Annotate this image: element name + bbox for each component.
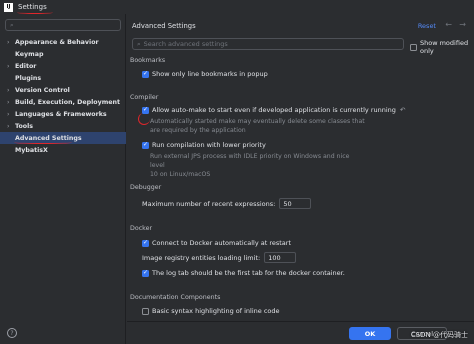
watermark: CSDN @代码骑士 — [410, 331, 468, 339]
max-recent-expressions-row: Maximum number of recent expressions: 50 — [142, 198, 312, 209]
advanced-search-input[interactable]: ⌕ Search advanced settings — [132, 38, 404, 50]
sidebar-item-build[interactable]: › Build, Execution, Deployment — [0, 96, 126, 108]
sidebar-item-version-control[interactable]: › Version Control — [0, 84, 126, 96]
sidebar-item-advanced-settings[interactable]: Advanced Settings — [0, 132, 126, 144]
show-only-line-bookmarks-checkbox[interactable]: ✓ Show only line bookmarks in popup — [142, 70, 268, 78]
chevron-right-icon: › — [7, 110, 10, 118]
check-icon[interactable]: ✓ — [142, 70, 149, 78]
chevron-right-icon: › — [7, 86, 10, 94]
section-documentation: Documentation Components — [130, 294, 221, 301]
connect-docker-checkbox[interactable]: ✓ Connect to Docker automatically at res… — [142, 239, 291, 247]
section-compiler: Compiler — [130, 94, 159, 101]
checkbox-box[interactable] — [410, 43, 417, 51]
sidebar-item-editor[interactable]: › Editor — [0, 60, 126, 72]
page-title: Advanced Settings — [132, 22, 196, 30]
sidebar-item-tools[interactable]: › Tools — [0, 120, 126, 132]
chevron-right-icon: › — [7, 62, 10, 70]
search-icon: ⌕ — [137, 39, 141, 48]
section-debugger: Debugger — [130, 184, 162, 191]
sidebar-item-appearance[interactable]: › Appearance & Behavior — [0, 36, 126, 48]
chevron-right-icon: › — [7, 122, 10, 130]
auto-make-description: Automatically started make may eventuall… — [150, 118, 365, 134]
image-registry-row: Image registry entities loading limit: 1… — [142, 252, 297, 263]
ok-button[interactable]: OK — [349, 327, 391, 340]
section-bookmarks: Bookmarks — [130, 57, 166, 64]
chevron-right-icon: › — [7, 98, 10, 106]
main-panel: Advanced Settings Reset ← → ⌕ Search adv… — [127, 14, 474, 344]
sidebar-item-languages[interactable]: › Languages & Frameworks — [0, 108, 126, 120]
sidebar-item-plugins[interactable]: Plugins — [0, 72, 126, 84]
sidebar-item-mybatisx[interactable]: MybatisX — [0, 144, 126, 156]
log-tab-first-checkbox[interactable]: ✓ The log tab should be the first tab fo… — [142, 269, 345, 277]
low-priority-description: Run external JPS process with IDLE prior… — [150, 153, 350, 178]
sidebar-search-input[interactable]: ⌕ — [5, 19, 121, 31]
forward-arrow-icon[interactable]: → — [459, 20, 466, 29]
reset-link[interactable]: Reset — [418, 22, 436, 30]
check-icon[interactable]: ✓ — [142, 269, 149, 277]
intellij-icon: IJ — [4, 2, 13, 12]
back-arrow-icon[interactable]: ← — [445, 20, 452, 29]
max-recent-expressions-input[interactable]: 50 — [279, 198, 312, 209]
check-icon[interactable]: ✓ — [142, 106, 149, 114]
allow-auto-make-checkbox[interactable]: ✓ Allow auto-make to start even if devel… — [142, 106, 405, 114]
basic-syntax-checkbox[interactable]: Basic syntax highlighting of inline code — [142, 307, 280, 315]
section-docker: Docker — [130, 225, 153, 232]
annotation-mark — [138, 113, 150, 125]
window-title: Settings — [17, 3, 53, 14]
chevron-right-icon: › — [7, 38, 10, 46]
sidebar-item-keymap[interactable]: Keymap — [0, 48, 126, 60]
title-bar: IJ Settings — [0, 0, 474, 14]
check-icon[interactable]: ✓ — [142, 141, 149, 149]
help-icon[interactable]: ? — [7, 328, 17, 338]
sidebar: ⌕ › Appearance & Behavior Keymap › Edito… — [0, 14, 126, 344]
dialog-footer: OK Cancel CSDN @代码骑士 — [127, 321, 474, 344]
undo-icon[interactable]: ↶ — [400, 106, 405, 114]
sidebar-nav: › Appearance & Behavior Keymap › Editor … — [0, 36, 126, 156]
lower-priority-checkbox[interactable]: ✓ Run compilation with lower priority — [142, 141, 266, 149]
show-modified-checkbox[interactable]: Show modified only — [410, 39, 474, 55]
check-icon[interactable]: ✓ — [142, 239, 149, 247]
search-icon: ⌕ — [10, 20, 14, 29]
checkbox-box[interactable] — [142, 307, 149, 315]
image-registry-input[interactable]: 100 — [264, 252, 297, 263]
